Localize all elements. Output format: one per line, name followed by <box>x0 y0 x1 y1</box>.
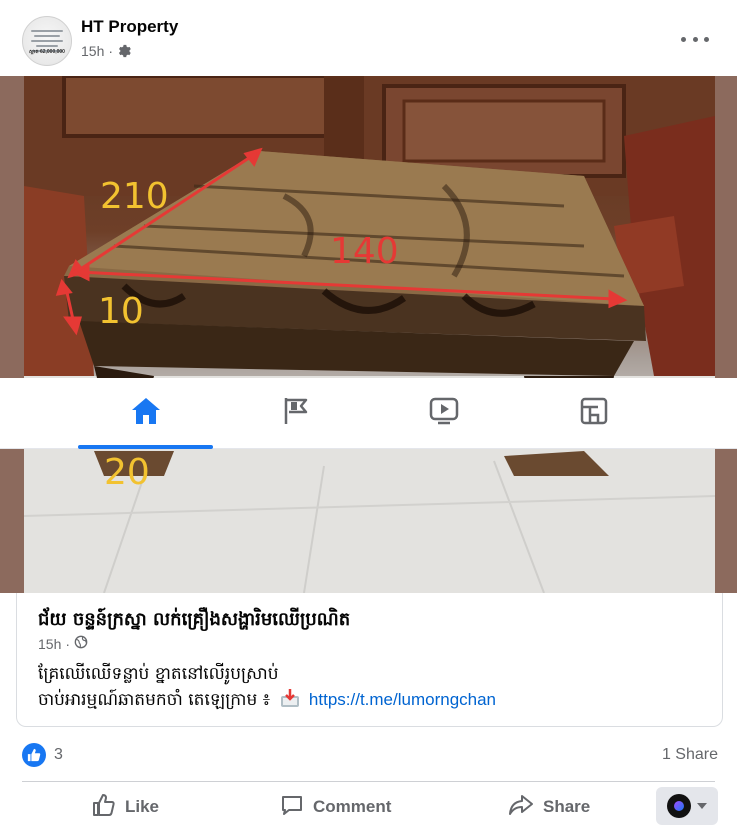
tab-pages[interactable] <box>228 378 363 449</box>
like-button[interactable]: Like <box>92 790 159 824</box>
dot-icon <box>681 36 686 42</box>
home-icon <box>130 396 162 431</box>
table-photo: 210 140 10 20 <box>24 76 715 593</box>
share-icon <box>508 793 534 822</box>
dimension-label-140: 140 <box>330 231 399 272</box>
card-title[interactable]: ជ័យ ចន្ទន៍ក្រស្នា លក់គ្រឿងសង្ហារិមឈើប្រណ… <box>38 607 350 634</box>
avatar-text: ស្អាត 62,000,000 <box>29 49 65 55</box>
card-time[interactable]: 15h <box>38 636 61 652</box>
flag-icon <box>282 396 310 431</box>
dot-icon <box>704 36 709 42</box>
post-actions: Like Comment Share <box>0 782 737 830</box>
navigation-tab-bar <box>0 378 737 449</box>
dimension-label-20: 20 <box>104 452 150 493</box>
reaction-stats: 3 1 Share <box>0 738 737 774</box>
share-count[interactable]: 1 Share <box>662 746 718 764</box>
dimension-label-210: 210 <box>100 176 169 217</box>
like-count[interactable]: 3 <box>54 746 63 764</box>
feeds-icon <box>580 397 608 430</box>
comment-label: Comment <box>313 797 392 816</box>
comment-button[interactable]: Comment <box>280 790 391 824</box>
post-meta: 15h · <box>81 43 131 59</box>
page-avatar[interactable]: ស្អាត 62,000,000 <box>22 16 72 66</box>
tab-home[interactable] <box>78 378 213 449</box>
page-name[interactable]: HT Property <box>81 17 178 37</box>
post-header: ស្អាត 62,000,000 HT Property 15h · <box>0 0 737 76</box>
caret-down-icon <box>697 797 707 815</box>
gear-icon <box>117 44 131 58</box>
telegram-link[interactable]: https://t.me/lumorngchan <box>309 690 496 709</box>
thumbs-up-icon <box>92 793 116 822</box>
like-reaction-icon[interactable] <box>22 743 46 767</box>
post-photo[interactable]: 210 140 10 20 <box>0 76 737 593</box>
globe-icon <box>74 635 88 652</box>
share-label: Share <box>543 797 591 816</box>
dot-icon <box>692 36 698 42</box>
table-illustration <box>24 76 715 593</box>
post-time[interactable]: 15h <box>81 43 104 59</box>
reaction-picker-button[interactable] <box>656 787 718 825</box>
link-preview-card[interactable]: ជ័យ ចន្ទន៍ក្រស្នា លក់គ្រឿងសង្ហារិមឈើប្រណ… <box>16 593 723 727</box>
inbox-icon <box>280 688 300 716</box>
tab-feeds[interactable] <box>526 378 661 449</box>
dimension-label-10: 10 <box>98 291 144 332</box>
more-options-button[interactable] <box>681 30 709 48</box>
share-button[interactable]: Share <box>508 790 590 824</box>
video-icon <box>429 397 459 430</box>
card-line-2: ចាប់អារម្មណ៍ឆាតមកចាំ តេឡេក្រាម ៖ https:/… <box>38 687 496 716</box>
like-label: Like <box>125 797 160 816</box>
comment-icon <box>280 793 304 822</box>
card-meta: 15h · <box>38 635 88 652</box>
card-body: គ្រែឈើឈើទន្លាប់ ខ្នាតនៅលើរូបស្រាប់ ចាប់អ… <box>38 661 496 716</box>
profile-avatar-icon <box>667 794 691 818</box>
card-line-1: គ្រែឈើឈើទន្លាប់ ខ្នាតនៅលើរូបស្រាប់ <box>38 664 279 684</box>
tab-video[interactable] <box>376 378 511 449</box>
